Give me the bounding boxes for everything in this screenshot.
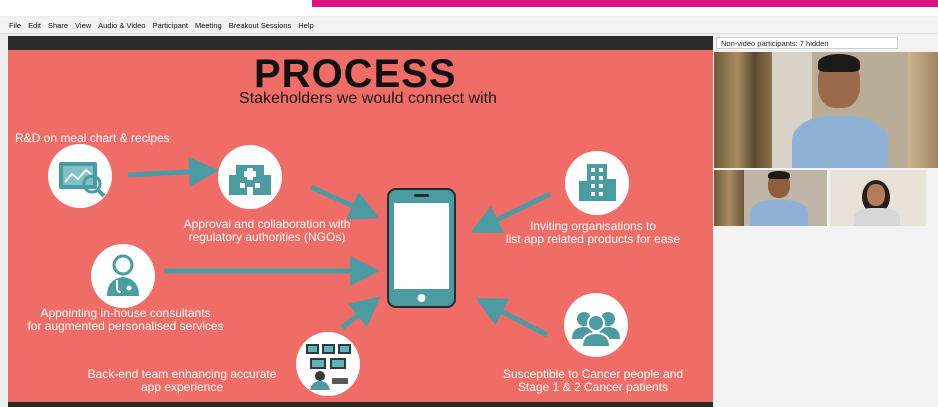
consultants-label: Appointing in-house consultants for augm… bbox=[13, 307, 238, 333]
menu-help[interactable]: Help bbox=[298, 21, 313, 30]
presentation-slide: PROCESS Stakeholders we would connect wi… bbox=[8, 50, 713, 402]
consultants-line-2: for augmented personalised services bbox=[27, 319, 224, 333]
doctor-icon bbox=[91, 244, 155, 308]
backend-team-icon bbox=[296, 332, 360, 396]
menu-participant[interactable]: Participant bbox=[153, 21, 188, 30]
participant-shirt bbox=[792, 116, 888, 168]
slide-top-band bbox=[8, 36, 713, 50]
brand-strip bbox=[312, 0, 938, 7]
menu-edit[interactable]: Edit bbox=[28, 21, 41, 30]
shared-screen: PROCESS Stakeholders we would connect wi… bbox=[8, 36, 713, 407]
office-building-icon bbox=[565, 151, 629, 215]
recipe-chart-icon bbox=[48, 144, 112, 208]
participant-top bbox=[854, 208, 900, 226]
smartphone-icon bbox=[387, 188, 456, 308]
menu-share[interactable]: Share bbox=[48, 21, 68, 30]
susceptible-label: Susceptible to Cancer people and Stage 1… bbox=[488, 368, 698, 394]
hospital-icon bbox=[218, 145, 282, 209]
approval-line-2: regulatory authorities (NGOs) bbox=[188, 230, 346, 244]
slide-bottom-band bbox=[8, 402, 713, 407]
menu-meeting[interactable]: Meeting bbox=[195, 21, 222, 30]
approval-label: Approval and collaboration with regulato… bbox=[167, 218, 367, 244]
arrow-approval-to-app bbox=[309, 184, 380, 220]
backend-label: Back-end team enhancing accurate app exp… bbox=[72, 368, 292, 394]
arrow-susceptible-to-app bbox=[475, 298, 549, 338]
arrow-backend-to-app bbox=[340, 296, 381, 330]
menu-view[interactable]: View bbox=[75, 21, 91, 30]
menu-breakout-sessions[interactable]: Breakout Sessions bbox=[229, 21, 292, 30]
non-video-participants-bar[interactable]: Non-video participants: 7 hidden bbox=[716, 37, 898, 49]
rd-label: R&D on meal chart & recipes bbox=[15, 131, 170, 145]
menu-audio-video[interactable]: Audio & Video bbox=[98, 21, 145, 30]
video-tile-3[interactable] bbox=[830, 170, 926, 226]
susceptible-line-2: Stage 1 & 2 Cancer patients bbox=[517, 380, 669, 394]
participant-shirt bbox=[750, 200, 808, 226]
participant-hair bbox=[768, 171, 790, 179]
inviting-label: Inviting organisations to list app relat… bbox=[482, 220, 704, 246]
curtain-background bbox=[714, 52, 772, 168]
people-group-icon bbox=[564, 293, 628, 357]
inviting-line-2: list app related products for ease bbox=[505, 232, 681, 246]
menu-file[interactable]: File bbox=[9, 21, 21, 30]
arrow-rd-to-approval bbox=[127, 156, 219, 187]
right-curtain bbox=[908, 52, 938, 168]
participant-hair bbox=[818, 54, 860, 72]
video-tile-2[interactable] bbox=[714, 170, 827, 226]
video-tile-1[interactable] bbox=[714, 52, 938, 168]
participant-face bbox=[867, 184, 885, 206]
menu-bar: File Edit Share View Audio & Video Parti… bbox=[0, 18, 938, 34]
curtain-background bbox=[714, 170, 744, 226]
backend-line-2: app experience bbox=[140, 380, 224, 394]
